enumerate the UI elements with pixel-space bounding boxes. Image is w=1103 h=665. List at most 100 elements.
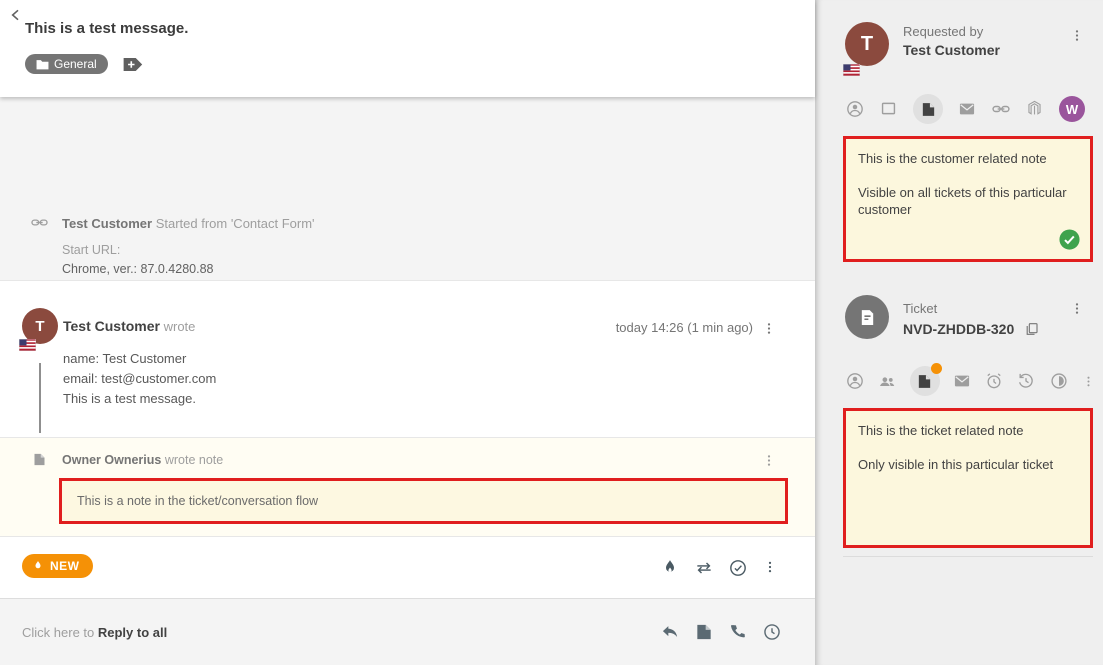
avatar-initial: T: [861, 33, 873, 56]
status-row: NEW: [0, 536, 815, 598]
message-timestamp: today 14:26 (1 min ago): [616, 320, 753, 335]
ticket-document-icon: [857, 307, 878, 328]
notes-icon: [920, 101, 937, 118]
link-icon: [30, 213, 49, 232]
ticket-notes-tab[interactable]: [910, 366, 940, 396]
customer-note-highlighted[interactable]: This is the customer related note Visibl…: [843, 136, 1093, 262]
reply-bar: Click here to Reply to all: [0, 598, 815, 665]
copy-ticket-id-button[interactable]: [1024, 321, 1040, 337]
ticket-reminder-tab[interactable]: [984, 371, 1004, 391]
ticket-subject: This is a test message.: [25, 20, 188, 37]
note-icon: [32, 452, 47, 467]
ticket-history-tab[interactable]: [1016, 371, 1036, 391]
note-entry-heading: Owner Ownerius wrote note: [62, 453, 223, 467]
reply-button[interactable]: [660, 622, 680, 642]
customer-notes-tab[interactable]: [913, 94, 943, 124]
ticket-toolbar-more-button[interactable]: [1081, 372, 1097, 390]
customer-message: T Test Customer wrote today 14:26 (1 min…: [0, 280, 815, 437]
conversation-panel: This is a test message. General Test Cus…: [0, 0, 815, 665]
add-tag-icon: [122, 56, 143, 73]
message-more-button[interactable]: [761, 319, 777, 337]
ticket-time-tab[interactable]: [1049, 371, 1069, 391]
save-note-button[interactable]: [1058, 228, 1081, 251]
ticket-more-button[interactable]: [1069, 299, 1085, 317]
contacts-group-icon: [877, 371, 898, 392]
message-author: Test Customer: [63, 318, 160, 334]
add-note-button[interactable]: [694, 622, 714, 642]
requested-by-label: Requested by: [903, 24, 983, 39]
message-action: wrote: [164, 319, 196, 334]
customer-profile-tab[interactable]: [845, 99, 865, 119]
status-more-button[interactable]: [762, 558, 778, 576]
note-more-button[interactable]: [761, 451, 777, 469]
message-body-line: This is a test message.: [63, 389, 216, 409]
magento-integration-button[interactable]: [1025, 99, 1045, 119]
reply-prompt[interactable]: Click here to Reply to all: [22, 625, 167, 640]
more-vertical-icon: [763, 558, 777, 576]
badge-row: General: [25, 54, 144, 74]
burn-button[interactable]: [660, 558, 680, 578]
customer-note-line: This is the customer related note: [858, 150, 1078, 167]
customer-more-button[interactable]: [1069, 26, 1085, 44]
reply-icon: [660, 622, 680, 642]
sidebar-divider: [843, 556, 1093, 557]
status-label: NEW: [50, 559, 80, 573]
origin-detail-line: Start URL:: [62, 241, 545, 260]
wordpress-icon: W: [1066, 102, 1078, 117]
notes-count-badge: [931, 363, 942, 374]
clock-icon: [762, 622, 782, 642]
add-tag-button[interactable]: [122, 56, 144, 73]
customer-links-tab[interactable]: [991, 99, 1011, 119]
conversation-origin-block: Test Customer Started from 'Contact Form…: [0, 97, 815, 280]
ticket-avatar: [845, 295, 889, 339]
message-author-row: Test Customer wrote: [63, 318, 195, 334]
customer-tickets-tab[interactable]: [879, 99, 899, 119]
transfer-button[interactable]: [694, 558, 714, 578]
schedule-button[interactable]: [762, 622, 782, 642]
more-vertical-icon: [1082, 373, 1095, 390]
phone-icon: [728, 622, 748, 642]
ticket-contacts-tab[interactable]: [877, 371, 897, 391]
ticket-note-line: Only visible in this particular ticket: [858, 456, 1078, 473]
magento-icon: [1025, 99, 1044, 118]
customer-name[interactable]: Test Customer: [903, 42, 1000, 58]
flame-icon: [32, 559, 44, 573]
profile-icon: [845, 371, 865, 391]
customer-email-tab[interactable]: [957, 99, 977, 119]
alarm-clock-icon: [984, 371, 1004, 391]
more-vertical-icon: [1070, 27, 1084, 44]
reply-toolbar: [660, 622, 782, 642]
back-button[interactable]: [8, 7, 24, 23]
conversation-note-highlighted[interactable]: This is a note in the ticket/conversatio…: [59, 478, 788, 524]
card-icon: [879, 99, 898, 118]
ticket-label: Ticket: [903, 301, 937, 316]
note-action: wrote note: [165, 453, 223, 467]
check-circle-icon: [1058, 228, 1081, 251]
customer-avatar[interactable]: T: [845, 22, 889, 66]
conversation-note-text: This is a note in the ticket/conversatio…: [62, 494, 318, 508]
status-badge[interactable]: NEW: [22, 554, 93, 578]
helpdesk-ticket-view: This is a test message. General Test Cus…: [0, 0, 1103, 665]
mail-icon: [952, 371, 972, 391]
ticket-email-tab[interactable]: [952, 371, 972, 391]
back-chevron-icon: [8, 7, 24, 23]
resolve-button[interactable]: [728, 558, 748, 578]
department-badge[interactable]: General: [25, 54, 108, 74]
reply-to-all-link[interactable]: Reply to all: [98, 625, 167, 640]
call-button[interactable]: [728, 622, 748, 642]
ticket-profile-tab[interactable]: [845, 371, 865, 391]
origin-event: Started from 'Contact Form': [156, 216, 315, 231]
wordpress-integration-button[interactable]: W: [1059, 96, 1085, 122]
more-vertical-icon: [1070, 300, 1084, 317]
us-flag-icon: [843, 64, 860, 76]
transfer-icon: [694, 558, 714, 578]
ticket-toolbar: [845, 366, 1097, 396]
note-icon: [694, 622, 714, 642]
ticket-note-highlighted[interactable]: This is the ticket related note Only vis…: [843, 408, 1093, 548]
mail-icon: [957, 99, 977, 119]
ticket-id-row: NVD-ZHDDB-320: [903, 321, 1040, 337]
copy-icon: [1024, 321, 1040, 337]
profile-icon: [845, 99, 865, 119]
customer-toolbar: W: [845, 94, 1085, 124]
message-body: name: Test Customer email: test@customer…: [63, 349, 216, 409]
